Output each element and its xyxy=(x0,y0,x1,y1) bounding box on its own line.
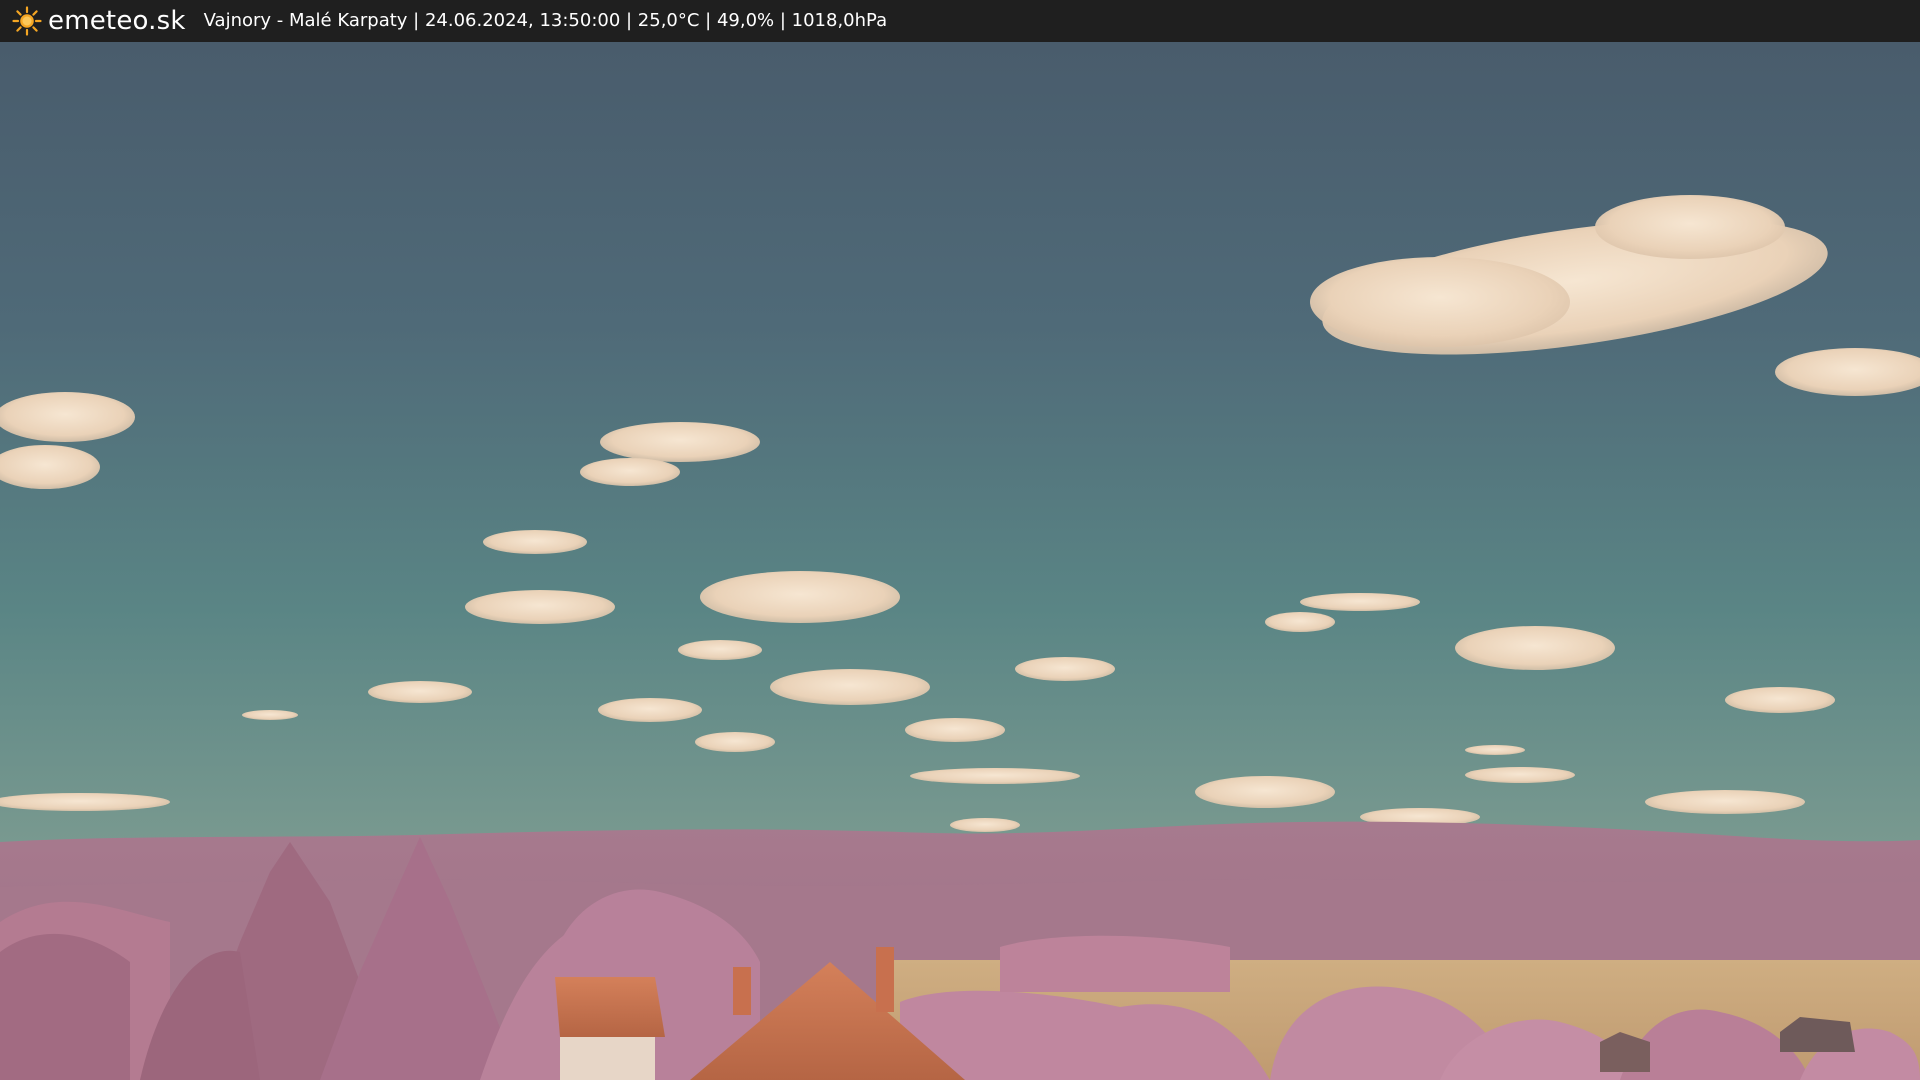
brand: emeteo.sk xyxy=(12,6,186,36)
webcam-frame: emeteo.sk Vajnory - Malé Karpaty | 24.06… xyxy=(0,0,1920,1080)
caption-bar: emeteo.sk Vajnory - Malé Karpaty | 24.06… xyxy=(0,0,1920,42)
sun-icon xyxy=(12,6,42,36)
brand-name: emeteo.sk xyxy=(48,6,186,36)
webcam-image xyxy=(0,42,1920,1080)
webcam-caption: Vajnory - Malé Karpaty | 24.06.2024, 13:… xyxy=(203,10,888,31)
